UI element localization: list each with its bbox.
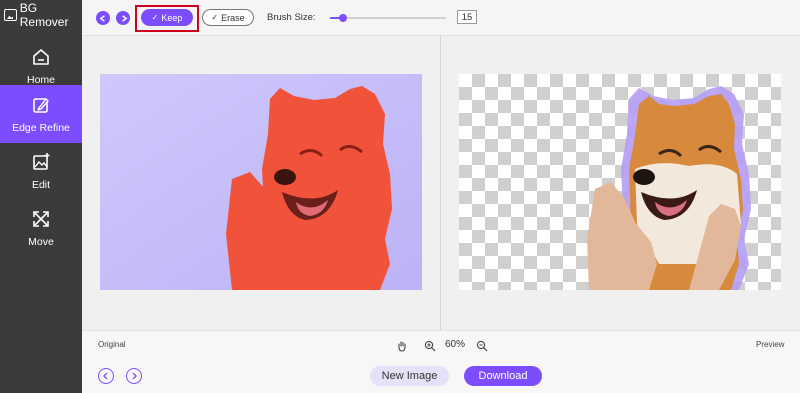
hand-icon[interactable] [396, 339, 408, 352]
download-button[interactable]: Download [464, 366, 542, 386]
brush-size-slider-knob[interactable] [338, 14, 347, 22]
original-image-drawing [100, 74, 422, 290]
original-label: Original [98, 340, 126, 349]
sidebar-item-label: Home [26, 73, 55, 86]
keep-label: Keep [161, 12, 183, 23]
brush-size-slider[interactable] [330, 14, 446, 22]
sidebar-item-edit[interactable]: Edit [0, 142, 82, 200]
sidebar-item-label: Edit [31, 178, 51, 191]
app-title: BG Remover [19, 1, 69, 29]
sidebar-item-edge-refine[interactable]: Edge Refine [0, 85, 82, 143]
eraser-icon: ✓ [211, 13, 219, 22]
preview-label: Preview [756, 340, 785, 349]
original-image[interactable] [100, 74, 422, 290]
workspace-divider [440, 36, 441, 330]
edge-refine-icon [31, 95, 51, 115]
chevron-right-icon [130, 372, 138, 380]
undo-button[interactable] [96, 11, 110, 25]
redo-button[interactable] [116, 11, 130, 25]
brush-size-label: Brush Size: [267, 12, 316, 23]
move-icon [31, 209, 51, 229]
sidebar-item-label: Edge Refine [12, 121, 70, 134]
chevron-left-icon [102, 372, 110, 380]
preview-image[interactable] [459, 74, 781, 290]
info-bar [82, 330, 800, 355]
zoom-in-icon[interactable] [424, 339, 436, 352]
sidebar-item-move[interactable]: Move [0, 199, 82, 257]
previous-button[interactable] [98, 368, 114, 384]
redo-icon [119, 14, 128, 23]
app-logo-icon [4, 9, 17, 21]
undo-icon [99, 14, 108, 23]
brush-size-value[interactable]: 15 [457, 10, 477, 24]
zoom-level: 60% [445, 339, 466, 350]
new-image-button[interactable]: New Image [370, 366, 449, 386]
sidebar-item-label: Move [28, 235, 54, 248]
sidebar: BG Remover Home Edge Refine Edit Move [0, 0, 82, 393]
keep-button[interactable]: ✓ Keep [141, 9, 193, 26]
bg-remover-app: BG Remover Home Edge Refine Edit Move ✓ … [0, 0, 800, 393]
next-button[interactable] [126, 368, 142, 384]
erase-label: Erase [221, 12, 245, 23]
preview-image-drawing [587, 86, 751, 290]
brush-check-icon: ✓ [151, 13, 159, 22]
app-brand: BG Remover [0, 0, 82, 30]
edit-image-icon [31, 152, 51, 172]
zoom-out-icon[interactable] [476, 339, 488, 352]
home-icon [31, 47, 51, 67]
erase-button[interactable]: ✓ Erase [202, 9, 254, 26]
